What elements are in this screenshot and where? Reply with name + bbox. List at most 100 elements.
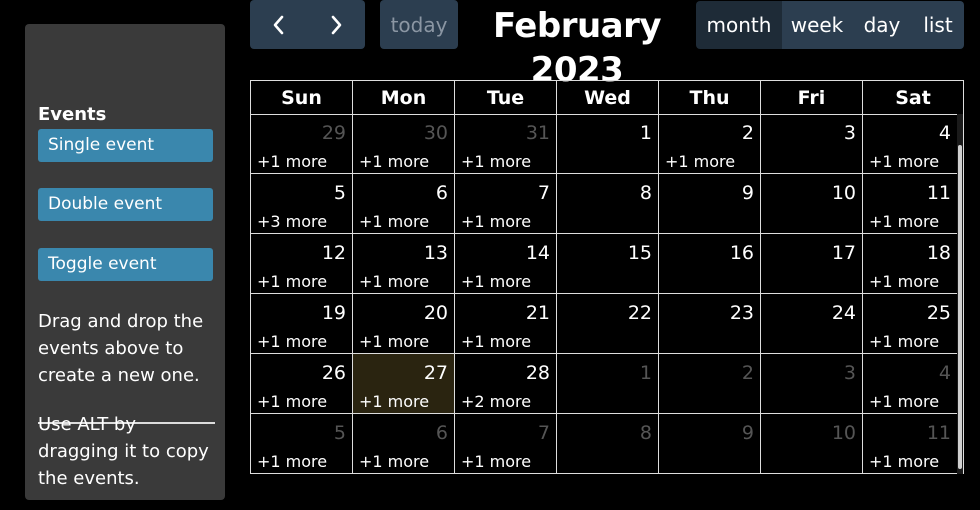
day-number[interactable]: 9 [742, 422, 754, 444]
more-events-link[interactable]: +1 more [461, 212, 531, 231]
calendar-scroll-thumb[interactable] [958, 145, 962, 469]
day-cell[interactable]: 21 +1 more [455, 294, 557, 353]
more-events-link[interactable]: +2 more [461, 392, 531, 411]
day-cell[interactable]: 10 [761, 174, 863, 233]
day-cell[interactable]: 13 +1 more [353, 234, 455, 293]
day-number[interactable]: 6 [436, 182, 448, 204]
day-number[interactable]: 3 [844, 122, 856, 144]
more-events-link[interactable]: +1 more [869, 392, 939, 411]
day-number[interactable]: 23 [730, 302, 754, 324]
day-cell[interactable]: 4 +1 more [863, 354, 957, 413]
day-cell[interactable]: 28 +2 more [455, 354, 557, 413]
more-events-link[interactable]: +1 more [461, 332, 531, 351]
day-cell[interactable]: 6 +1 more [353, 414, 455, 474]
day-number[interactable]: 27 [424, 362, 448, 384]
more-events-link[interactable]: +1 more [359, 332, 429, 351]
day-number[interactable]: 29 [322, 122, 346, 144]
day-cell[interactable]: 2 [659, 354, 761, 413]
day-number[interactable]: 5 [334, 182, 346, 204]
day-cell[interactable]: 27 +1 more [353, 354, 455, 413]
day-number[interactable]: 10 [832, 422, 856, 444]
day-cell[interactable]: 8 [557, 174, 659, 233]
double-event-draggable[interactable]: Double event [38, 188, 213, 221]
day-number[interactable]: 30 [424, 122, 448, 144]
day-number[interactable]: 25 [927, 302, 951, 324]
day-number[interactable]: 15 [628, 242, 652, 264]
day-number[interactable]: 1 [640, 362, 652, 384]
day-number[interactable]: 21 [526, 302, 550, 324]
more-events-link[interactable]: +1 more [461, 452, 531, 471]
day-number[interactable]: 18 [927, 242, 951, 264]
day-cell[interactable]: 7 +1 more [455, 174, 557, 233]
day-number[interactable]: 2 [742, 122, 754, 144]
day-number[interactable]: 8 [640, 182, 652, 204]
day-number[interactable]: 3 [844, 362, 856, 384]
day-number[interactable]: 14 [526, 242, 550, 264]
more-events-link[interactable]: +1 more [359, 392, 429, 411]
toggle-event-draggable[interactable]: Toggle event [38, 248, 213, 281]
more-events-link[interactable]: +1 more [869, 452, 939, 471]
day-cell[interactable]: 2 +1 more [659, 114, 761, 173]
day-cell[interactable]: 18 +1 more [863, 234, 957, 293]
day-cell[interactable]: 24 [761, 294, 863, 353]
week-view-button[interactable]: week [782, 1, 852, 49]
day-number[interactable]: 10 [832, 182, 856, 204]
day-cell[interactable]: 29 +1 more [251, 114, 353, 173]
day-view-button[interactable]: day [852, 1, 912, 49]
month-view-button[interactable]: month [696, 1, 782, 49]
day-number[interactable]: 13 [424, 242, 448, 264]
day-number[interactable]: 16 [730, 242, 754, 264]
more-events-link[interactable]: +1 more [257, 392, 327, 411]
day-number[interactable]: 7 [538, 422, 550, 444]
day-number[interactable]: 20 [424, 302, 448, 324]
day-number[interactable]: 9 [742, 182, 754, 204]
single-event-draggable[interactable]: Single event [38, 129, 213, 162]
day-number[interactable]: 8 [640, 422, 652, 444]
day-cell[interactable]: 5 +1 more [251, 414, 353, 474]
day-number[interactable]: 4 [939, 122, 951, 144]
more-events-link[interactable]: +1 more [869, 332, 939, 351]
day-cell[interactable]: 20 +1 more [353, 294, 455, 353]
more-events-link[interactable]: +1 more [665, 152, 735, 171]
day-number[interactable]: 4 [939, 362, 951, 384]
day-cell[interactable]: 26 +1 more [251, 354, 353, 413]
day-cell[interactable]: 3 [761, 354, 863, 413]
day-cell[interactable]: 31 +1 more [455, 114, 557, 173]
day-cell[interactable]: 8 [557, 414, 659, 474]
day-cell[interactable]: 11 +1 more [863, 414, 957, 474]
more-events-link[interactable]: +1 more [257, 452, 327, 471]
day-cell[interactable]: 16 [659, 234, 761, 293]
day-cell[interactable]: 17 [761, 234, 863, 293]
day-number[interactable]: 19 [322, 302, 346, 324]
day-cell[interactable]: 4 +1 more [863, 114, 957, 173]
day-cell[interactable]: 3 [761, 114, 863, 173]
day-number[interactable]: 31 [526, 122, 550, 144]
more-events-link[interactable]: +1 more [359, 272, 429, 291]
day-cell[interactable]: 1 [557, 354, 659, 413]
day-number[interactable]: 24 [832, 302, 856, 324]
day-number[interactable]: 26 [322, 362, 346, 384]
day-cell[interactable]: 9 [659, 414, 761, 474]
day-cell[interactable]: 9 [659, 174, 761, 233]
today-button[interactable]: today [380, 0, 458, 49]
day-cell[interactable]: 1 [557, 114, 659, 173]
day-cell[interactable]: 22 [557, 294, 659, 353]
day-cell[interactable]: 12 +1 more [251, 234, 353, 293]
day-cell[interactable]: 19 +1 more [251, 294, 353, 353]
more-events-link[interactable]: +1 more [461, 272, 531, 291]
day-number[interactable]: 11 [927, 182, 951, 204]
day-cell[interactable]: 15 [557, 234, 659, 293]
more-events-link[interactable]: +1 more [359, 212, 429, 231]
day-number[interactable]: 28 [526, 362, 550, 384]
day-number[interactable]: 7 [538, 182, 550, 204]
next-button[interactable] [307, 0, 365, 49]
list-view-button[interactable]: list [912, 1, 964, 49]
more-events-link[interactable]: +1 more [257, 152, 327, 171]
more-events-link[interactable]: +1 more [869, 272, 939, 291]
more-events-link[interactable]: +1 more [359, 152, 429, 171]
more-events-link[interactable]: +1 more [257, 272, 327, 291]
day-cell[interactable]: 6 +1 more [353, 174, 455, 233]
day-cell[interactable]: 23 [659, 294, 761, 353]
day-cell[interactable]: 5 +3 more [251, 174, 353, 233]
day-cell[interactable]: 14 +1 more [455, 234, 557, 293]
